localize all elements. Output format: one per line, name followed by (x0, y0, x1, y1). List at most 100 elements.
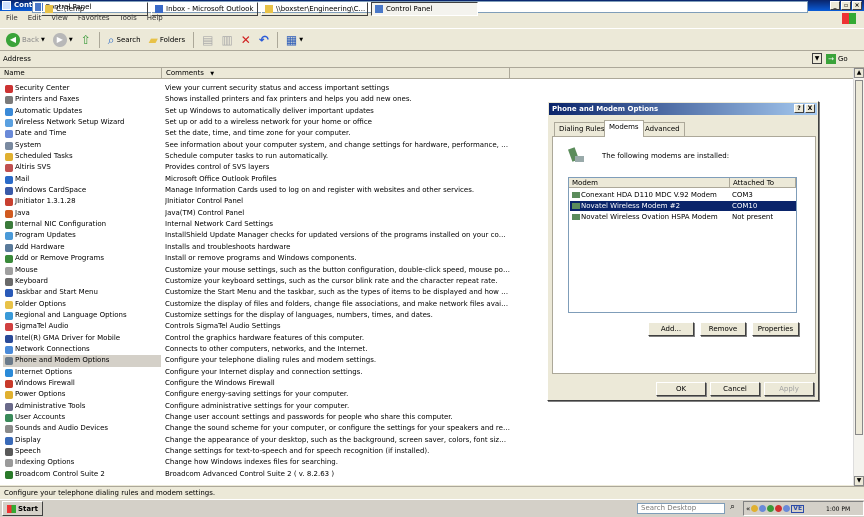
restore-button[interactable]: ▫ (841, 1, 851, 10)
column-header-name[interactable]: Name (0, 68, 162, 79)
minimize-button[interactable]: _ (830, 1, 840, 10)
list-item[interactable]: Administrative Tools Configure administra… (0, 401, 864, 412)
item-comment: Install or remove programs and Windows c… (165, 254, 357, 263)
control-panel-icon (375, 5, 383, 13)
vertical-scrollbar[interactable]: ▲ ▼ (853, 68, 864, 486)
back-button[interactable]: ◀ Back ▼ (4, 31, 47, 49)
ok-label: OK (675, 385, 687, 393)
attached-column-header[interactable]: Attached To (730, 178, 796, 188)
add-modem-button[interactable]: Add... (648, 322, 694, 336)
tray-mail-icon[interactable] (751, 505, 759, 512)
undo-icon: ↶ (258, 32, 269, 47)
task-engineering-folder[interactable]: \\boxster\Engineering\C... (261, 2, 368, 16)
search-button[interactable]: ⌕ Search (106, 31, 143, 49)
tray-security-icon[interactable] (767, 505, 775, 512)
list-item[interactable]: Display Change the appearance of your des… (0, 435, 864, 446)
item-name-text: Network Connections (15, 344, 90, 353)
task-temp-folder[interactable]: C:\Temp (41, 2, 148, 16)
item-icon (5, 402, 13, 411)
modem-properties-button[interactable]: Properties (752, 322, 799, 336)
task-outlook-inbox[interactable]: Inbox - Microsoft Outlook (151, 2, 258, 16)
item-name: Indexing Options (3, 457, 161, 468)
item-name-text: Regional and Language Options (15, 310, 127, 319)
item-icon (5, 107, 13, 116)
tray-volume-icon[interactable] (783, 505, 791, 512)
item-icon (5, 311, 13, 320)
address-dropdown-button[interactable]: ▼ (812, 53, 822, 64)
delete-button[interactable]: ✕ (239, 31, 253, 49)
dropdown-icon: ▼ (299, 36, 304, 43)
copy-to-button[interactable]: ▥ (219, 31, 234, 49)
desktop-search-button[interactable]: ⌕ (730, 502, 735, 512)
clock[interactable]: 1:00 PM (826, 506, 850, 513)
tab-dialing-rules[interactable]: Dialing Rules (554, 122, 610, 136)
list-item[interactable]: Broadcom Control Suite 2 Broadcom Advance… (0, 469, 864, 480)
item-icon (5, 164, 13, 173)
tab-advanced[interactable]: Advanced (640, 122, 685, 136)
item-name-text: Broadcom Control Suite 2 (15, 469, 105, 478)
scroll-down-button[interactable]: ▼ (854, 476, 864, 486)
views-button[interactable]: ▦ ▼ (284, 31, 305, 49)
item-name-text: Administrative Tools (15, 401, 86, 410)
list-item[interactable]: User Accounts Change user account setting… (0, 412, 864, 423)
item-name: Scheduled Tasks (3, 151, 161, 162)
tab-modems[interactable]: Modems (604, 120, 644, 137)
apply-button[interactable]: Apply (764, 382, 814, 396)
item-name: Network Connections (3, 344, 161, 355)
tray-vb-icon[interactable]: VE (791, 504, 805, 513)
modem-column-label: Modem (572, 179, 598, 187)
item-icon (5, 141, 13, 150)
item-name: Broadcom Control Suite 2 (3, 469, 161, 480)
folders-button[interactable]: ▰ Folders (147, 31, 188, 49)
tray-chevron-icon[interactable]: « (746, 505, 750, 513)
column-header-comments[interactable]: Comments ▼ (162, 68, 510, 79)
task-control-panel[interactable]: Control Panel (371, 2, 478, 16)
item-name: Automatic Updates (3, 106, 161, 117)
modem-list[interactable]: Modem Attached To Conexant HDA D110 MDC … (568, 177, 797, 313)
go-button[interactable]: → Go (826, 53, 848, 64)
desktop-search-input[interactable]: Search Desktop (637, 503, 725, 514)
list-item[interactable]: Speech Change settings for text-to-speech… (0, 446, 864, 457)
item-comment: View your current security status and ac… (165, 84, 390, 92)
list-item[interactable]: Security Center View your current securit… (0, 83, 864, 94)
dropdown-icon: ▼ (41, 36, 45, 43)
modem-column-header[interactable]: Modem (569, 178, 730, 188)
item-name-text: Add or Remove Programs (15, 254, 104, 263)
modem-row[interactable]: Novatel Wireless Ovation HSPA Modem Not p… (570, 212, 796, 222)
dialog-title-bar[interactable]: Phone and Modem Options ? X (549, 103, 817, 115)
item-icon (5, 334, 13, 343)
scroll-up-button[interactable]: ▲ (854, 68, 864, 78)
start-button[interactable]: Start (2, 501, 43, 516)
item-comment: Configure administrative settings for yo… (165, 401, 350, 410)
views-icon: ▦ (285, 32, 298, 47)
tray-alert-icon[interactable] (775, 505, 783, 512)
tray-network-icon[interactable] (759, 505, 767, 512)
dialog-close-button[interactable]: X (805, 104, 815, 113)
modem-name: Conexant HDA D110 MDC V.92 Modem (581, 191, 717, 199)
item-name-text: JInitiator 1.3.1.28 (15, 197, 76, 206)
item-name: Security Center (3, 83, 161, 94)
scroll-thumb[interactable] (855, 80, 863, 435)
modem-row[interactable]: Conexant HDA D110 MDC V.92 Modem COM3 (570, 190, 796, 200)
ok-button[interactable]: OK (656, 382, 706, 396)
list-item[interactable]: Indexing Options Change how Windows index… (0, 457, 864, 468)
item-comment: Customize your mouse settings, such as t… (165, 265, 510, 274)
list-item[interactable]: Sounds and Audio Devices Change the sound… (0, 423, 864, 434)
close-button[interactable]: × (852, 1, 862, 10)
item-name: Power Options (3, 389, 161, 400)
dialog-help-button[interactable]: ? (794, 104, 804, 113)
move-to-button[interactable]: ▤ (200, 31, 215, 49)
cancel-button[interactable]: Cancel (710, 382, 760, 396)
menu-edit[interactable]: Edit (28, 12, 42, 25)
item-name-text: Security Center (15, 84, 70, 92)
up-folder-button[interactable]: ⇧ (79, 31, 93, 49)
menu-file[interactable]: File (6, 12, 18, 25)
sort-arrow-icon: ▼ (210, 71, 215, 77)
item-comment: Broadcom Advanced Control Suite 2 ( v. 8… (165, 469, 335, 478)
remove-modem-button[interactable]: Remove (700, 322, 746, 336)
undo-button[interactable]: ↶ (257, 31, 271, 49)
forward-button[interactable]: ▶ ▼ (51, 31, 75, 49)
item-name-text: Java (15, 208, 30, 217)
item-icon (5, 85, 13, 93)
modem-row[interactable]: Novatel Wireless Modem #2 COM10 (570, 201, 796, 211)
